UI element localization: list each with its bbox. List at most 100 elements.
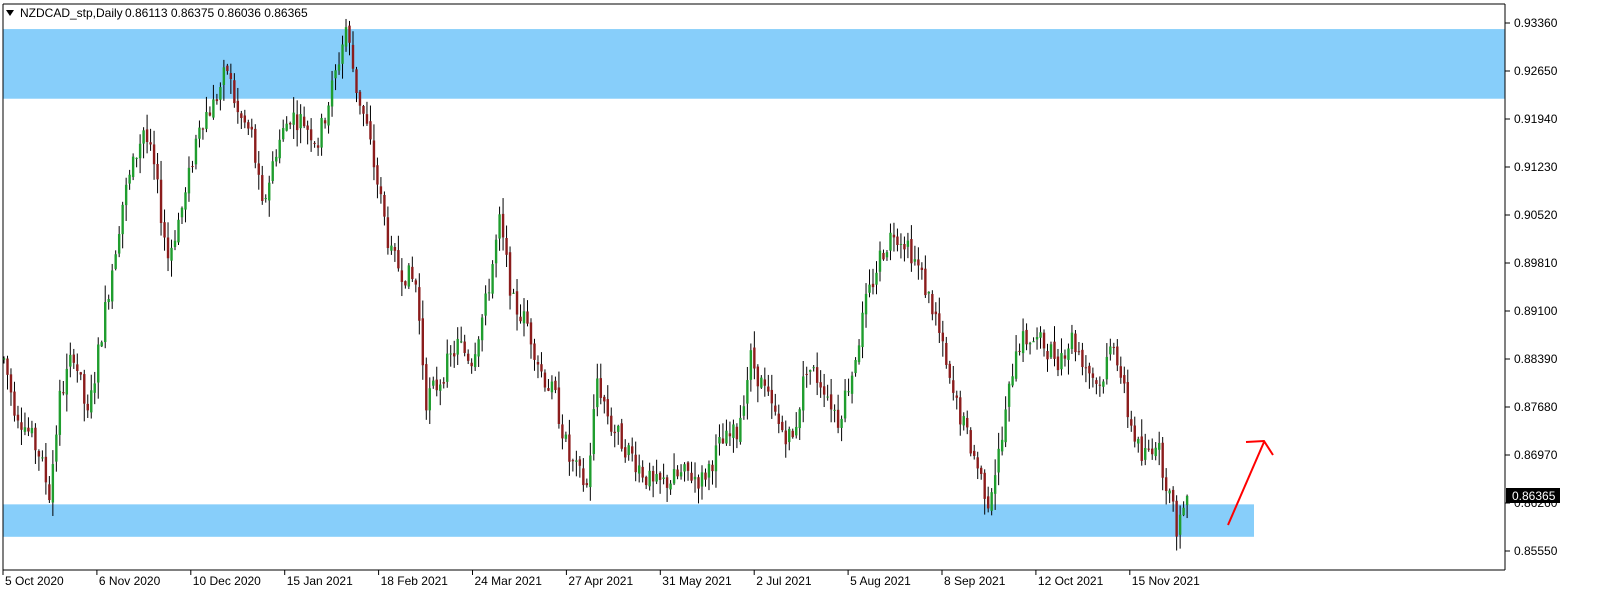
candle-down [917, 259, 920, 266]
time-tick-label: 5 Oct 2020 [5, 574, 64, 588]
candle-up [868, 284, 871, 293]
candle-up [55, 434, 58, 462]
price-tick-label: 0.87680 [1514, 400, 1558, 414]
candle-down [554, 380, 557, 391]
candle-up [41, 457, 44, 459]
candle-down [386, 217, 390, 249]
candle-up [491, 264, 494, 294]
candle-up [812, 367, 815, 369]
candle-down [941, 332, 945, 342]
candle-down [973, 450, 976, 456]
time-tick-label: 27 Apr 2021 [568, 574, 633, 588]
candle-down [425, 364, 428, 411]
candle-down [1130, 419, 1133, 426]
candle-up [104, 302, 107, 343]
candle-down [1077, 351, 1081, 353]
candle-up [299, 114, 302, 129]
candle-down [644, 476, 648, 486]
candle-up [341, 44, 344, 64]
candle-up [589, 455, 592, 488]
candle-up [51, 464, 55, 503]
candle-down [393, 246, 397, 251]
candle-down [945, 342, 948, 365]
candle-up [850, 375, 854, 394]
candle-up [282, 128, 285, 140]
candle-up [749, 350, 753, 380]
candle-down [815, 367, 819, 383]
candle-up [861, 312, 864, 348]
candle-down [250, 126, 253, 130]
candle-up [596, 378, 599, 408]
candle-up [672, 469, 676, 484]
candle-down [295, 114, 299, 131]
candle-down [9, 374, 13, 393]
candle-down [822, 386, 826, 395]
candle-down [1053, 341, 1056, 359]
candle-up [899, 243, 903, 245]
candle-down [777, 413, 780, 425]
zone-2 [3, 504, 1254, 537]
candle-up [875, 272, 878, 285]
price-tick-label: 0.85550 [1514, 544, 1558, 558]
candle-up [669, 483, 672, 490]
candle-down [791, 430, 794, 438]
candle-down [610, 415, 613, 432]
price-tick-label: 0.93360 [1514, 16, 1558, 30]
symbol-label: NZDCAD_stp,Daily [20, 6, 123, 20]
candle-up [117, 234, 121, 254]
candle-up [627, 445, 630, 456]
candle-down [952, 380, 955, 393]
candle-up [1182, 507, 1185, 516]
price-tick-label: 0.90520 [1514, 208, 1558, 222]
candle-down [383, 194, 386, 217]
candle-down [1084, 367, 1088, 369]
candle-down [508, 252, 512, 296]
candle-down [529, 322, 533, 345]
candle-up [1168, 490, 1171, 494]
candle-up [439, 384, 442, 391]
candle-down [288, 123, 292, 125]
candle-down [466, 353, 470, 361]
candle-down [613, 431, 616, 434]
candle-up [1070, 332, 1074, 349]
candle-down [76, 364, 79, 371]
candle-down [414, 280, 418, 285]
candle-down [784, 430, 787, 445]
candle-down [79, 372, 82, 375]
candle-up [1105, 356, 1109, 380]
candle-up [913, 259, 917, 262]
candle-down [247, 122, 250, 129]
candle-down [938, 313, 941, 333]
price-chart[interactable]: 0.93360 0.92650 0.91940 0.91230 0.90520 0.898… [0, 0, 1604, 607]
candle-down [735, 426, 739, 440]
candle-up [449, 353, 452, 355]
candle-up [550, 381, 554, 393]
candle-up [878, 250, 882, 272]
time-tick-label: 8 Sep 2021 [944, 574, 1006, 588]
candle-up [592, 409, 596, 455]
candle-up [487, 292, 491, 294]
candle-up [477, 339, 480, 357]
candle-down [634, 454, 637, 473]
candle-up [662, 477, 665, 479]
current-price-label: 0.86365 [1506, 488, 1560, 503]
price-tick-label: 0.91940 [1514, 112, 1558, 126]
candle-down [362, 105, 365, 114]
candle-up [65, 368, 69, 395]
candle-down [86, 403, 89, 411]
candle-up [798, 409, 801, 429]
candle-up [1011, 376, 1014, 386]
candle-up [857, 345, 861, 363]
candle-up [110, 270, 114, 302]
candle-down [316, 145, 320, 148]
candle-down [261, 175, 264, 201]
candle-down [145, 129, 149, 143]
candle-down [896, 236, 899, 246]
candle-down [453, 353, 456, 357]
candle-up [1060, 353, 1063, 370]
candle-down [568, 434, 571, 462]
candle-down [767, 386, 770, 392]
candle-down [1161, 442, 1164, 478]
candle-down [547, 388, 550, 391]
candle-down [1164, 477, 1168, 491]
